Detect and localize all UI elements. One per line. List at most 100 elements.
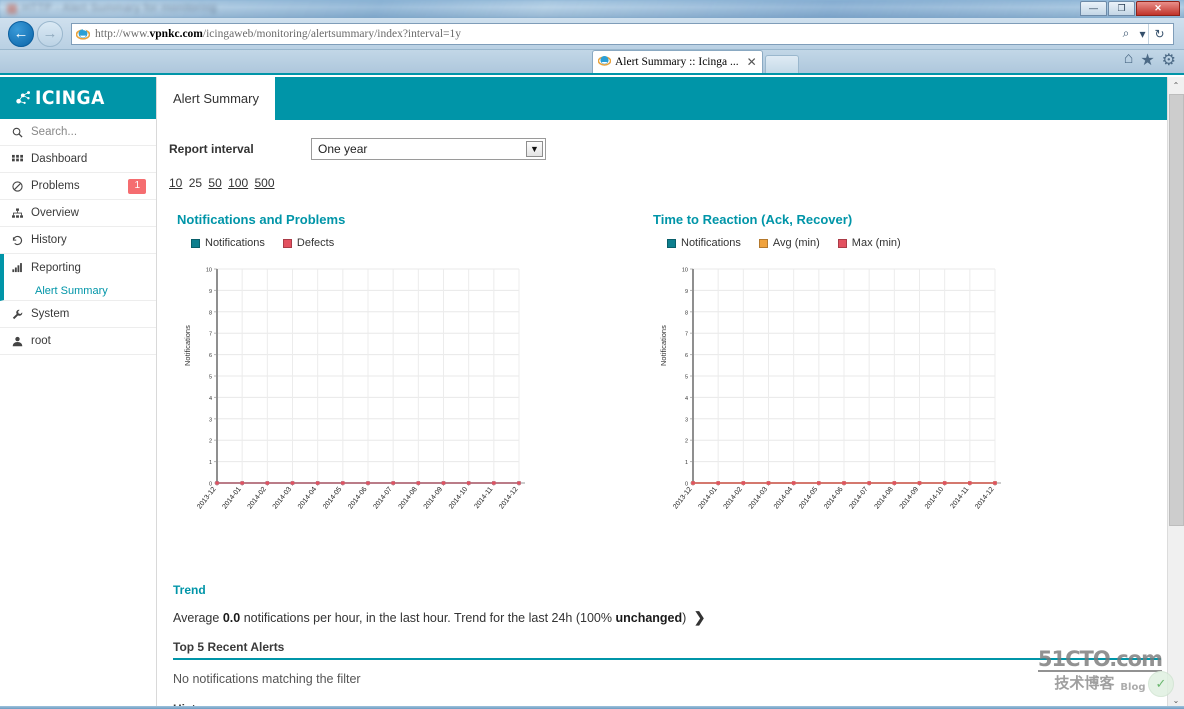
forward-button[interactable]: →	[37, 20, 63, 47]
trend-suffix: )	[682, 611, 687, 625]
sidebar-item-label: History	[31, 234, 67, 246]
page-viewport: ICINGA Search... Dashboard Problems 1 Ov…	[0, 77, 1184, 709]
chart-svg[interactable]: 0123456789102013-12 2014-01 2014-02 2014-03…	[671, 261, 1001, 551]
search-icon[interactable]: ⌕	[1115, 24, 1137, 44]
chevron-right-icon[interactable]: ❯	[694, 609, 706, 625]
sidebar-item-problems[interactable]: Problems 1	[0, 173, 156, 200]
trend-value: 0.0	[222, 611, 241, 625]
svg-text:2: 2	[209, 439, 212, 445]
limit-option-500[interactable]: 500	[254, 176, 274, 190]
tab-alert-summary[interactable]: Alert Summary	[157, 77, 275, 120]
sidebar-subitem-alert-summary[interactable]: Alert Summary	[0, 281, 156, 301]
sidebar-item-user[interactable]: root	[0, 328, 156, 355]
chart-title: Time to Reaction (Ack, Recover)	[653, 212, 853, 227]
svg-text:2: 2	[685, 439, 688, 445]
bar-chart-icon	[11, 262, 24, 273]
window-title: HTTP - Alert Summary for monitoring	[22, 2, 217, 14]
status-badge: 1	[128, 178, 146, 194]
tab-close-icon[interactable]: ✕	[747, 55, 757, 70]
svg-text:4: 4	[209, 396, 212, 402]
minimize-button[interactable]: —	[1080, 1, 1107, 16]
svg-text:8: 8	[209, 310, 212, 316]
icinga-mark-icon	[16, 90, 33, 107]
back-button[interactable]: ←	[8, 20, 34, 47]
url-path: /icingaweb/monitoring/alertsummary/index…	[202, 27, 462, 40]
new-tab-button[interactable]	[764, 55, 799, 73]
svg-text:9: 9	[685, 289, 688, 295]
icinga-logo[interactable]: ICINGA	[0, 77, 156, 119]
sidebar-item-overview[interactable]: Overview	[0, 200, 156, 227]
vertical-scrollbar[interactable]: ⌃ ⌄	[1167, 77, 1184, 709]
close-button[interactable]: ✕	[1136, 1, 1180, 16]
svg-text:2014-11: 2014-11	[473, 486, 494, 510]
report-interval-value: One year	[318, 142, 368, 156]
chart-plot-area: Notifications 0 1 2 3 4 5 6 7 8 9 10 2013-12 2014-01…	[653, 261, 1073, 551]
limit-option-10[interactable]: 10	[169, 176, 182, 190]
sidebar-search-label: Search...	[31, 126, 78, 138]
svg-text:2014-09: 2014-09	[899, 486, 920, 511]
favorites-star-icon[interactable]: ★	[1140, 50, 1154, 70]
browser-tab[interactable]: Alert Summary :: Icinga ... ✕	[592, 50, 763, 73]
svg-text:3: 3	[209, 417, 212, 423]
svg-text:2014-10: 2014-10	[448, 486, 469, 511]
chevron-down-icon[interactable]: ▼	[526, 141, 543, 157]
main-content: Alert Summary Report interval One year ▼…	[157, 77, 1184, 709]
sidebar-item-label: Problems	[31, 180, 80, 192]
sidebar-item-label: Reporting	[31, 261, 81, 274]
svg-text:10: 10	[682, 268, 688, 274]
top-alerts-heading: Top 5 Recent Alerts	[173, 640, 1161, 660]
scroll-up-button[interactable]: ⌃	[1168, 77, 1184, 94]
sidebar: ICINGA Search... Dashboard Problems 1 Ov…	[0, 77, 157, 709]
limit-option-25[interactable]: 25	[189, 176, 202, 190]
svg-text:2014-08: 2014-08	[398, 486, 419, 511]
sidebar-item-dashboard[interactable]: Dashboard	[0, 146, 156, 173]
titlebar-app-icon	[7, 4, 17, 14]
scrollbar-thumb[interactable]	[1169, 94, 1184, 526]
svg-text:1: 1	[209, 460, 212, 466]
svg-text:2014-07: 2014-07	[848, 486, 869, 511]
svg-text:1: 1	[685, 460, 688, 466]
sidebar-item-search[interactable]: Search...	[0, 119, 156, 146]
svg-text:2014-05: 2014-05	[798, 486, 819, 511]
legend-label: Notifications	[681, 237, 741, 249]
svg-text:2014-03: 2014-03	[748, 486, 769, 511]
svg-text:2014-09: 2014-09	[423, 486, 444, 511]
gear-icon[interactable]: ⚙	[1162, 50, 1176, 70]
svg-text:2014-04: 2014-04	[773, 486, 794, 511]
report-interval-select[interactable]: One year ▼	[311, 138, 546, 160]
ban-icon	[11, 180, 24, 192]
svg-text:2014-03: 2014-03	[272, 486, 293, 511]
svg-text:7: 7	[209, 332, 212, 338]
trend-heading: Trend	[173, 583, 206, 597]
legend-item[interactable]: Notifications	[191, 237, 265, 249]
sidebar-item-label: Overview	[31, 207, 79, 219]
search-icon	[11, 127, 24, 138]
sidebar-item-history[interactable]: History	[0, 227, 156, 254]
limit-option-50[interactable]: 50	[208, 176, 221, 190]
chart-legend: Notifications Defects	[191, 237, 597, 249]
svg-text:3: 3	[685, 417, 688, 423]
svg-text:5: 5	[209, 375, 212, 381]
svg-text:2014-07: 2014-07	[372, 486, 393, 511]
limit-option-100[interactable]: 100	[228, 176, 248, 190]
legend-item[interactable]: Max (min)	[837, 237, 901, 249]
svg-text:7: 7	[685, 332, 688, 338]
maximize-button[interactable]: ❐	[1108, 1, 1135, 16]
refresh-icon[interactable]: ↻	[1148, 23, 1170, 44]
wrench-icon	[11, 309, 24, 320]
browser-toolbar-icons: ⌂ ★ ⚙	[1124, 50, 1176, 70]
chevron-down-icon[interactable]: ▾	[1137, 24, 1148, 44]
tab-favicon	[597, 54, 612, 70]
sidebar-item-reporting[interactable]: Reporting	[0, 254, 156, 281]
legend-item[interactable]: Avg (min)	[758, 237, 820, 249]
legend-item[interactable]: Notifications	[667, 237, 741, 249]
svg-text:2014-02: 2014-02	[723, 486, 744, 511]
chart-svg[interactable]: 0123456789102013-12 2014-01 2014-02 2014-03…	[195, 261, 525, 551]
sidebar-item-label: root	[31, 335, 51, 347]
home-icon[interactable]: ⌂	[1124, 50, 1134, 70]
legend-item[interactable]: Defects	[282, 237, 334, 249]
sitemap-icon	[11, 207, 24, 219]
sidebar-item-system[interactable]: System	[0, 301, 156, 328]
address-bar[interactable]: http://www.vpnkc.com/icingaweb/monitorin…	[71, 22, 1174, 45]
browser-tabstrip: Alert Summary :: Icinga ... ✕ ⌂ ★ ⚙	[0, 50, 1184, 75]
